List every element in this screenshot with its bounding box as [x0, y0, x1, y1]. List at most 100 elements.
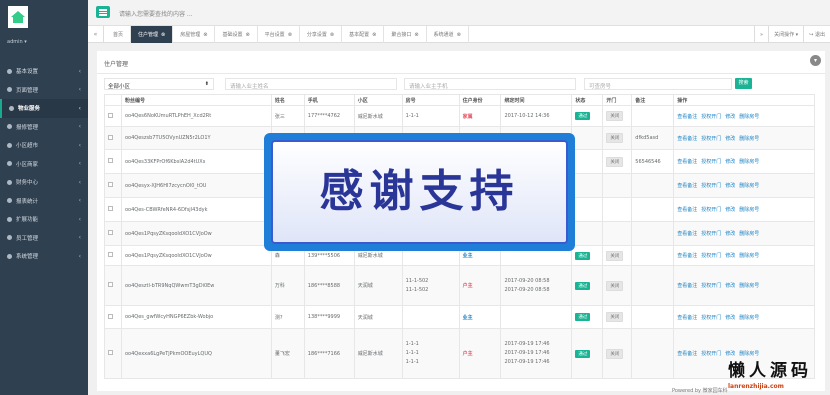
tab[interactable]: 基本配置 ⊗ [342, 26, 385, 43]
tab[interactable]: 系统通道 ⊗ [427, 26, 469, 43]
row-action-link[interactable]: 查看备注 [677, 283, 697, 289]
row-action-link[interactable]: 删除房号 [739, 315, 759, 321]
menu-toggle-button[interactable] [96, 6, 110, 18]
row-action-link[interactable]: 查看备注 [677, 207, 697, 213]
username-menu[interactable]: admin ▾ [7, 39, 27, 45]
door-toggle-button[interactable]: 关闭 [606, 156, 624, 167]
sidebar-item[interactable]: 财务中心 ‹ [0, 173, 88, 192]
owner-name-input[interactable]: 请输入业主姓名 [225, 78, 397, 90]
row-action-link[interactable]: 修改 [725, 183, 735, 189]
row-action-link[interactable]: 修改 [725, 315, 735, 321]
row-action-link[interactable]: 授权开门 [701, 253, 721, 259]
row-checkbox[interactable] [108, 350, 113, 355]
global-search-input[interactable]: 请输入您需要查找的内容 ... [119, 9, 193, 18]
close-icon[interactable]: ⊗ [203, 32, 207, 38]
row-action-link[interactable]: 查看备注 [677, 114, 697, 120]
row-action-link[interactable]: 修改 [725, 283, 735, 289]
sidebar-item[interactable]: 物业服务 ‹ [0, 99, 88, 118]
tab[interactable]: 房屋管理 ⊗ [173, 26, 216, 43]
door-toggle-button[interactable]: 关闭 [606, 348, 624, 359]
door-toggle-button[interactable]: 关闭 [606, 280, 624, 291]
row-action-link[interactable]: 删除房号 [739, 136, 759, 142]
row-action-link[interactable]: 删除房号 [739, 207, 759, 213]
row-action-link[interactable]: 授权开门 [701, 114, 721, 120]
row-action-link[interactable]: 查看备注 [677, 351, 697, 357]
door-toggle-button[interactable]: 关闭 [606, 250, 624, 261]
close-icon[interactable]: ⊗ [372, 32, 376, 38]
row-action-link[interactable]: 修改 [725, 114, 735, 120]
row-action-link[interactable]: 查看备注 [677, 315, 697, 321]
row-checkbox[interactable] [108, 112, 113, 118]
row-action-link[interactable]: 删除房号 [739, 159, 759, 165]
sidebar-item[interactable]: 小区超市 ‹ [0, 136, 88, 155]
close-icon[interactable]: ⊗ [414, 32, 418, 38]
column-header: 小区 [353, 94, 403, 106]
row-checkbox[interactable] [108, 134, 113, 140]
door-toggle-button[interactable]: 关闭 [606, 312, 624, 322]
row-checkbox[interactable] [108, 158, 113, 163]
column-header: 开门 [602, 94, 633, 106]
close-icon[interactable]: ⊗ [330, 32, 334, 38]
row-action-link[interactable]: 授权开门 [701, 283, 721, 289]
row-action-link[interactable]: 查看备注 [677, 231, 697, 237]
row-action-link[interactable]: 修改 [725, 136, 735, 142]
sidebar-item[interactable]: 报表统计 ‹ [0, 192, 88, 211]
exit-button[interactable]: ↪ 退出 [803, 26, 830, 43]
row-checkbox[interactable] [108, 313, 113, 319]
row-action-link[interactable]: 删除房号 [739, 253, 759, 259]
sidebar-item[interactable]: 页面管理 ‹ [0, 81, 88, 100]
sidebar-item[interactable]: 小区商家 ‹ [0, 155, 88, 174]
tab[interactable]: 基础设置 ⊗ [215, 26, 258, 43]
row-action-link[interactable]: 授权开门 [701, 207, 721, 213]
sidebar-item[interactable]: 基本设置 ‹ [0, 62, 88, 81]
close-icon[interactable]: ⊗ [288, 32, 292, 38]
owner-phone-input[interactable]: 请输入业主手机 [404, 78, 576, 90]
row-action-link[interactable]: 授权开门 [701, 315, 721, 321]
close-icon[interactable]: ⊗ [457, 32, 461, 38]
row-action-link[interactable]: 授权开门 [701, 183, 721, 189]
row-checkbox[interactable] [108, 206, 113, 211]
row-action-link[interactable]: 授权开门 [701, 231, 721, 237]
row-action-link[interactable]: 删除房号 [739, 183, 759, 189]
tab[interactable]: 首页 [106, 26, 132, 43]
room-number-input[interactable]: 可查房号 [584, 78, 732, 90]
sidebar-item[interactable]: 员工管理 ‹ [0, 229, 88, 248]
table-row: oo4Qesztl-bTR9NqQWwmT3gDi0Ew 万科 186****858… [104, 265, 815, 306]
tab[interactable]: 住户管理 ⊗ [131, 26, 174, 43]
row-action-link[interactable]: 授权开门 [701, 159, 721, 165]
row-checkbox[interactable] [108, 230, 113, 235]
row-action-link[interactable]: 查看备注 [677, 136, 697, 142]
sidebar-item[interactable]: 系统管理 ‹ [0, 247, 88, 266]
row-action-link[interactable]: 授权开门 [701, 136, 721, 142]
close-ops-dropdown[interactable]: 关闭操作 ▾ [768, 26, 803, 43]
search-button[interactable]: 搜索 [735, 78, 752, 89]
tab[interactable]: 分享设置 ⊗ [300, 26, 343, 43]
tab-scroll-right-icon[interactable]: » [754, 26, 768, 43]
row-action-link[interactable]: 查看备注 [677, 253, 697, 259]
menu-item-icon [7, 253, 12, 259]
estate-select[interactable]: 全部小区 ⬍ [104, 78, 214, 90]
door-toggle-button[interactable]: 关闭 [606, 111, 624, 121]
row-action-link[interactable]: 删除房号 [739, 231, 759, 237]
row-action-link[interactable]: 修改 [725, 159, 735, 165]
door-toggle-button[interactable]: 关闭 [606, 133, 624, 143]
row-action-link[interactable]: 删除房号 [739, 283, 759, 289]
row-action-link[interactable]: 修改 [725, 231, 735, 237]
row-action-link[interactable]: 修改 [725, 253, 735, 259]
row-action-link[interactable]: 查看备注 [677, 159, 697, 165]
tab[interactable]: 平台设置 ⊗ [258, 26, 300, 43]
tab-scroll-left-icon[interactable]: « [88, 26, 104, 43]
row-action-link[interactable]: 查看备注 [677, 183, 697, 189]
sidebar-item[interactable]: 报修管理 ‹ [0, 118, 88, 137]
close-icon[interactable]: ⊗ [245, 32, 249, 38]
sidebar-item[interactable]: 扩展功能 ‹ [0, 210, 88, 229]
row-checkbox[interactable] [108, 282, 113, 287]
row-checkbox[interactable] [108, 252, 113, 257]
tab[interactable]: 聚合接口 ⊗ [384, 26, 427, 43]
close-icon[interactable]: ⊗ [161, 32, 165, 38]
row-action-link[interactable]: 删除房号 [739, 114, 759, 120]
row-action-link[interactable]: 授权开门 [701, 351, 721, 357]
row-action-link[interactable]: 修改 [725, 207, 735, 213]
row-checkbox[interactable] [108, 182, 113, 187]
collapse-icon[interactable]: ▾ [810, 55, 821, 66]
